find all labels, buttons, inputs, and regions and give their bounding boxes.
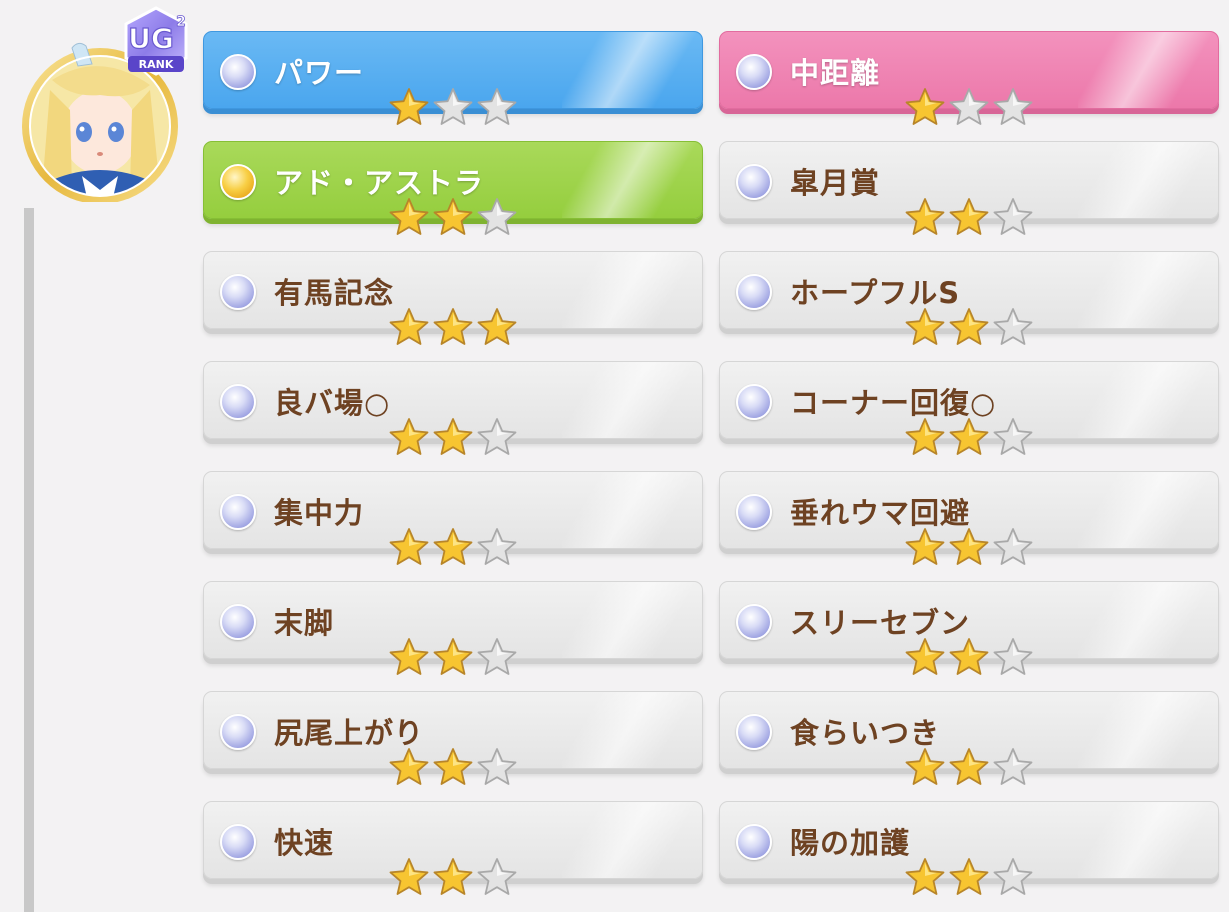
silver-orb-icon [736, 274, 772, 310]
rank-letters: UG [128, 22, 174, 55]
star-empty-icon [993, 858, 1033, 895]
star-filled-icon [905, 88, 945, 125]
star-filled-icon [905, 418, 945, 455]
star-filled-icon [389, 418, 429, 455]
silver-orb-icon [220, 824, 256, 860]
star-empty-icon [477, 748, 517, 785]
star-filled-icon [949, 198, 989, 235]
silver-orb-icon [220, 604, 256, 640]
star-empty-icon [993, 198, 1033, 235]
star-rating [388, 526, 518, 568]
star-rating [388, 856, 518, 898]
star-empty-icon [993, 308, 1033, 345]
star-filled-icon [389, 88, 429, 125]
star-filled-icon [433, 528, 473, 565]
skill-label: 皐月賞 [790, 166, 881, 200]
star-filled-icon [389, 748, 429, 785]
silver-orb-icon [736, 384, 772, 420]
rank-caption: RANK [139, 58, 174, 71]
star-filled-icon [949, 638, 989, 675]
star-filled-icon [389, 198, 429, 235]
silver-orb-icon [220, 494, 256, 530]
star-rating [904, 526, 1034, 568]
silver-orb-icon [736, 494, 772, 530]
silver-orb-icon [220, 714, 256, 750]
star-rating [904, 746, 1034, 788]
star-rating [904, 86, 1034, 128]
skill-label: 陽の加護 [790, 826, 911, 860]
star-empty-icon [477, 528, 517, 565]
star-filled-icon [433, 198, 473, 235]
star-empty-icon [477, 198, 517, 235]
star-empty-icon [993, 748, 1033, 785]
skill-label: 中距離 [790, 56, 881, 90]
rank-superscript: 2 [176, 14, 186, 30]
star-filled-icon [949, 748, 989, 785]
star-rating [904, 856, 1034, 898]
silver-orb-icon [220, 54, 256, 90]
star-filled-icon [389, 308, 429, 345]
star-filled-icon [433, 418, 473, 455]
star-empty-icon [993, 418, 1033, 455]
star-filled-icon [433, 748, 473, 785]
star-filled-icon [389, 528, 429, 565]
silver-orb-icon [220, 384, 256, 420]
skill-label: 集中力 [274, 496, 365, 530]
star-rating [388, 196, 518, 238]
star-rating [388, 746, 518, 788]
star-filled-icon [949, 418, 989, 455]
star-filled-icon [389, 638, 429, 675]
timeline-bar [24, 208, 34, 912]
star-filled-icon [477, 308, 517, 345]
star-rating [904, 306, 1034, 348]
star-filled-icon [389, 858, 429, 895]
star-filled-icon [433, 638, 473, 675]
silver-orb-icon [736, 824, 772, 860]
star-filled-icon [905, 858, 945, 895]
star-empty-icon [993, 638, 1033, 675]
star-filled-icon [905, 528, 945, 565]
star-filled-icon [949, 858, 989, 895]
skill-label: 有馬記念 [274, 276, 395, 310]
star-empty-icon [477, 88, 517, 125]
silver-orb-icon [736, 714, 772, 750]
skill-label: 末脚 [274, 606, 335, 640]
silver-orb-icon [736, 604, 772, 640]
star-rating [388, 86, 518, 128]
silver-orb-icon [736, 54, 772, 90]
star-rating [388, 306, 518, 348]
skill-label: 快速 [274, 826, 335, 860]
star-filled-icon [905, 198, 945, 235]
skill-label: パワー [274, 56, 365, 90]
star-filled-icon [905, 308, 945, 345]
star-filled-icon [949, 308, 989, 345]
star-rating [904, 636, 1034, 678]
star-empty-icon [477, 638, 517, 675]
gold-orb-icon [220, 164, 256, 200]
star-filled-icon [433, 858, 473, 895]
star-filled-icon [905, 748, 945, 785]
rank-badge: UG 2 RANK [124, 6, 188, 76]
star-empty-icon [993, 88, 1033, 125]
star-rating [904, 416, 1034, 458]
star-filled-icon [433, 308, 473, 345]
star-rating [388, 636, 518, 678]
star-filled-icon [905, 638, 945, 675]
skill-label: 良バ場○ [274, 386, 391, 420]
star-empty-icon [433, 88, 473, 125]
star-empty-icon [949, 88, 989, 125]
silver-orb-icon [220, 274, 256, 310]
silver-orb-icon [736, 164, 772, 200]
star-empty-icon [477, 858, 517, 895]
star-rating [904, 196, 1034, 238]
star-empty-icon [477, 418, 517, 455]
star-empty-icon [993, 528, 1033, 565]
star-rating [388, 416, 518, 458]
star-filled-icon [949, 528, 989, 565]
